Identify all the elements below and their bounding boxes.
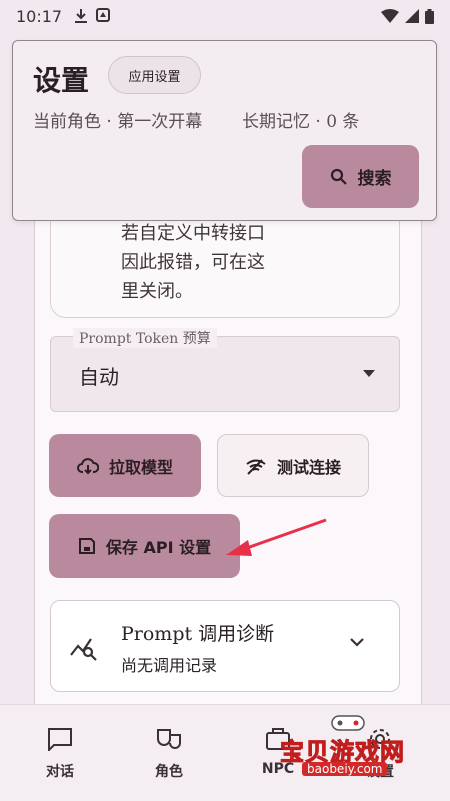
- diagnostics-title: Prompt 调用诊断: [121, 623, 275, 645]
- diagnostics-subtitle: 尚无调用记录: [121, 656, 218, 675]
- dropdown-arrow-icon: [363, 370, 375, 377]
- masks-icon: [157, 729, 181, 749]
- query-stats-icon: [70, 638, 97, 661]
- search-label: 搜索: [357, 169, 392, 189]
- nav-chat-label: 对话: [46, 764, 74, 780]
- test-connection-button[interactable]: 测试连接: [217, 434, 369, 497]
- status-bar: 10:17: [0, 0, 450, 32]
- role-info: 当前角色 · 第一次开幕: [33, 112, 203, 132]
- search-button[interactable]: 搜索: [302, 145, 419, 208]
- chevron-down-icon: [350, 638, 364, 647]
- notification-icon: [96, 8, 111, 22]
- page-title: 设置: [33, 64, 90, 97]
- wifi-tethering-icon: [246, 458, 266, 475]
- battery-icon: [425, 8, 434, 24]
- fetch-models-label: 拉取模型: [108, 457, 173, 477]
- save-icon: [78, 538, 95, 554]
- prompt-diagnostics-panel[interactable]: Prompt 调用诊断 尚无调用记录: [50, 600, 400, 692]
- gamepad-icon: [331, 715, 365, 731]
- signal-icon: [405, 9, 419, 23]
- fetch-models-button[interactable]: 拉取模型: [49, 434, 201, 497]
- settings-header-card: 设置 应用设置 当前角色 · 第一次开幕 长期记忆 · 0 条 搜索: [12, 40, 437, 221]
- watermark-url: baobeiy.com: [302, 762, 388, 776]
- download-icon: [75, 9, 88, 23]
- token-budget-select[interactable]: Prompt Token 预算 自动: [50, 328, 400, 412]
- site-watermark: 宝贝游戏网 baobeiy.com: [276, 715, 426, 780]
- save-api-settings-label: 保存 API 设置: [105, 538, 212, 557]
- search-icon: [330, 168, 347, 185]
- wifi-icon: [381, 9, 399, 23]
- test-connection-label: 测试连接: [276, 457, 341, 477]
- save-api-settings-button[interactable]: 保存 API 设置: [49, 514, 240, 578]
- chat-icon: [48, 728, 72, 753]
- info-note-text: 若自定义中转接口 因此报错，可在这 里关闭。: [121, 223, 265, 302]
- memory-info: 长期记忆 · 0 条: [242, 112, 360, 132]
- cloud-download-icon: [77, 457, 99, 474]
- app-settings-chip[interactable]: 应用设置: [108, 56, 201, 94]
- nav-item-chat[interactable]: 对话: [20, 727, 100, 781]
- nav-roles-label: 角色: [155, 764, 183, 780]
- token-budget-label: Prompt Token 预算: [73, 328, 217, 348]
- token-budget-value: 自动: [79, 365, 119, 389]
- nav-item-roles[interactable]: 角色: [129, 727, 209, 781]
- status-time: 10:17: [16, 6, 63, 26]
